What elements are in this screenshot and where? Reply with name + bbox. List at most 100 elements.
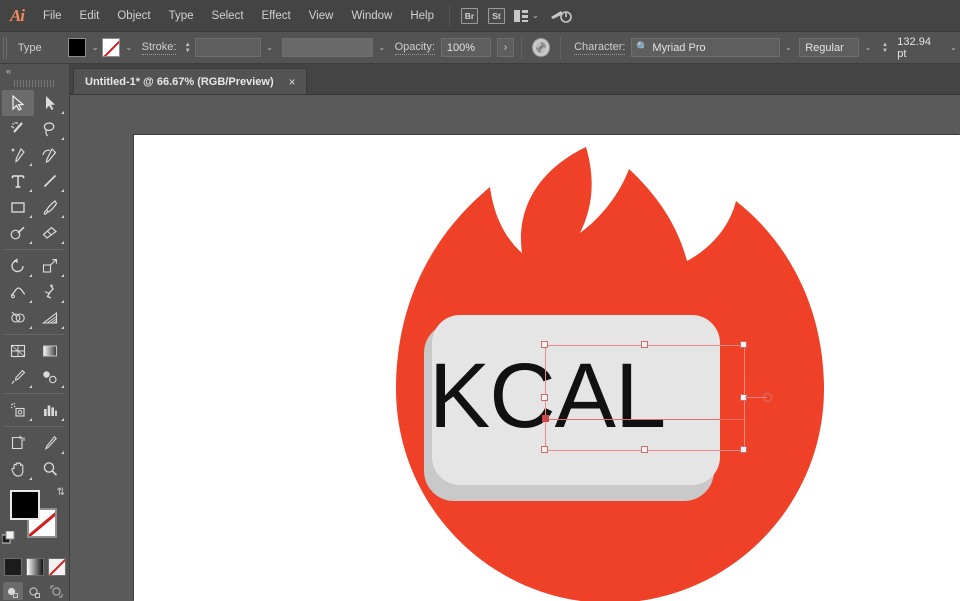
gradient-button[interactable] xyxy=(26,558,44,576)
menu-object[interactable]: Object xyxy=(108,0,159,32)
opacity-field[interactable]: 100% xyxy=(441,38,491,57)
tool-pen[interactable] xyxy=(2,142,34,168)
tool-symbol-sprayer[interactable] xyxy=(2,397,34,423)
default-fill-stroke-icon[interactable] xyxy=(2,531,15,544)
scale-tool-icon xyxy=(41,257,59,275)
tool-group-corner xyxy=(29,274,32,277)
selection-handle-sw[interactable] xyxy=(541,446,548,453)
stroke-weight-stepper[interactable]: ▲▼ xyxy=(182,38,193,57)
tool-width[interactable] xyxy=(2,279,34,305)
selection-handle-n[interactable] xyxy=(641,341,648,348)
tool-selection[interactable] xyxy=(2,90,34,116)
stroke-weight-field[interactable] xyxy=(195,38,261,57)
collapse-panel-icon[interactable]: « xyxy=(0,64,69,78)
menu-edit[interactable]: Edit xyxy=(71,0,109,32)
close-icon[interactable]: × xyxy=(287,76,298,88)
font-search-icon[interactable]: 🔍 xyxy=(634,38,650,57)
tool-magic-wand[interactable] xyxy=(2,116,34,142)
tool-eraser[interactable] xyxy=(34,220,66,246)
tools-panel: « xyxy=(0,64,70,601)
tool-shape-builder[interactable] xyxy=(2,305,34,331)
menu-effect[interactable]: Effect xyxy=(253,0,300,32)
tool-curvature[interactable] xyxy=(34,142,66,168)
artboard[interactable]: KCAL xyxy=(134,135,960,601)
opacity-more-button[interactable]: › xyxy=(497,38,513,57)
font-size-field[interactable]: 132.94 pt xyxy=(892,38,944,57)
arrange-documents-icon xyxy=(514,10,528,22)
tool-line-segment[interactable] xyxy=(34,168,66,194)
swap-fill-stroke-icon[interactable]: ⇅ xyxy=(57,487,65,498)
tools-panel-grip[interactable] xyxy=(0,78,69,88)
stroke-color-swatch[interactable] xyxy=(102,38,120,57)
rotate-handle-icon[interactable] xyxy=(763,393,772,402)
draw-normal-button[interactable] xyxy=(3,582,23,600)
tool-free-transform[interactable] xyxy=(34,279,66,305)
stock-button[interactable]: St xyxy=(488,8,505,24)
menu-type[interactable]: Type xyxy=(160,0,203,32)
tool-hand[interactable] xyxy=(2,456,34,482)
control-bar-grip[interactable] xyxy=(3,37,8,59)
menu-window[interactable]: Window xyxy=(342,0,401,32)
color-button[interactable] xyxy=(4,558,22,576)
selection-handle-s[interactable] xyxy=(641,446,648,453)
draw-behind-button[interactable] xyxy=(25,582,45,600)
selection-handle-w[interactable] xyxy=(541,394,548,401)
tool-rotate[interactable] xyxy=(2,253,34,279)
tool-zoom[interactable] xyxy=(34,456,66,482)
arrange-documents-button[interactable]: ⌄ xyxy=(514,10,539,22)
draw-inside-button[interactable] xyxy=(47,582,67,600)
selection-handle-se[interactable] xyxy=(740,446,747,453)
direct-selection-tool-icon xyxy=(41,94,59,112)
font-family-dropdown-icon[interactable]: ⌄ xyxy=(782,38,795,57)
tool-type[interactable] xyxy=(2,168,34,194)
tool-rectangle[interactable] xyxy=(2,194,34,220)
font-size-dropdown-icon[interactable]: ⌄ xyxy=(947,38,960,57)
selection-bounding-box[interactable] xyxy=(545,345,745,451)
tool-perspective-grid[interactable] xyxy=(34,305,66,331)
stroke-weight-dropdown-icon[interactable]: ⌄ xyxy=(263,38,276,57)
document-tab[interactable]: Untitled-1* @ 66.67% (RGB/Preview) × xyxy=(73,68,307,94)
tool-shaper[interactable] xyxy=(2,220,34,246)
tool-eyedropper[interactable] xyxy=(2,364,34,390)
stroke-profile-dropdown-icon[interactable]: ⌄ xyxy=(375,38,388,57)
tool-lasso[interactable] xyxy=(34,116,66,142)
tool-gradient[interactable] xyxy=(34,338,66,364)
fill-color-swatch[interactable] xyxy=(68,38,86,57)
selection-handle-ne[interactable] xyxy=(740,341,747,348)
selection-handle-nw[interactable] xyxy=(541,341,548,348)
workspace-switcher-icon xyxy=(550,8,572,24)
font-size-stepper[interactable]: ▲▼ xyxy=(880,38,891,57)
character-label[interactable]: Character: xyxy=(574,41,625,55)
tool-mesh[interactable] xyxy=(2,338,34,364)
menu-view[interactable]: View xyxy=(300,0,343,32)
tool-blend[interactable] xyxy=(34,364,66,390)
tool-slice[interactable] xyxy=(34,430,66,456)
menu-select[interactable]: Select xyxy=(203,0,253,32)
text-anchor-point[interactable] xyxy=(542,415,549,422)
toolbar-fill-swatch[interactable] xyxy=(10,490,40,520)
recolor-artwork-icon[interactable] xyxy=(532,38,550,57)
tool-direct-selection[interactable] xyxy=(34,90,66,116)
tool-divider-2 xyxy=(4,334,64,335)
tool-scale[interactable] xyxy=(34,253,66,279)
tool-artboard[interactable] xyxy=(2,430,34,456)
tool-group-corner xyxy=(29,326,32,329)
font-family-value[interactable]: Myriad Pro xyxy=(652,42,705,54)
canvas-area[interactable]: KCAL xyxy=(70,95,960,601)
tool-column-graph[interactable] xyxy=(34,397,66,423)
artboard-tool-icon xyxy=(9,434,27,452)
stroke-dropdown-icon[interactable]: ⌄ xyxy=(122,38,135,57)
font-style-dropdown-icon[interactable]: ⌄ xyxy=(861,38,874,57)
menu-help[interactable]: Help xyxy=(401,0,443,32)
tool-paintbrush[interactable] xyxy=(34,194,66,220)
draw-normal-icon xyxy=(6,585,19,598)
stroke-profile-field[interactable] xyxy=(282,38,373,57)
none-button[interactable] xyxy=(48,558,66,576)
bridge-button[interactable]: Br xyxy=(461,8,478,24)
font-style-field[interactable]: Regular xyxy=(799,38,859,57)
workspace-switcher-button[interactable] xyxy=(550,8,572,24)
draw-inside-icon xyxy=(50,585,63,598)
menu-file[interactable]: File xyxy=(34,0,71,32)
symbol-sprayer-tool-icon xyxy=(9,401,27,419)
fill-dropdown-icon[interactable]: ⌄ xyxy=(88,38,101,57)
